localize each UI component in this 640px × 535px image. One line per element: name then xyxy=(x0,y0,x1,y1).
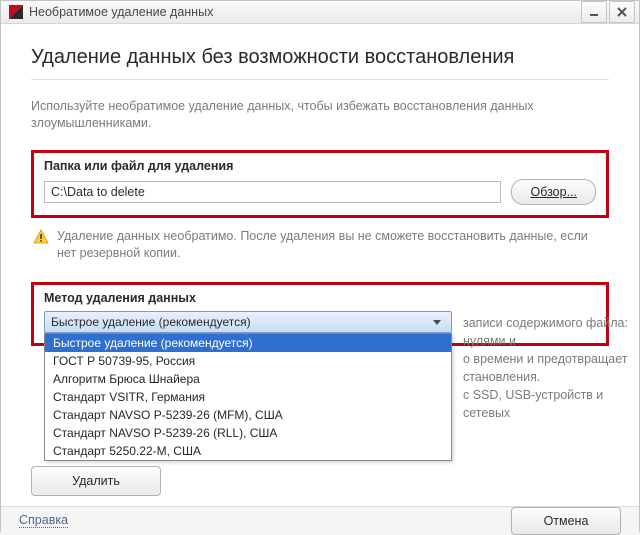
minimize-button[interactable] xyxy=(581,1,607,23)
warning-row: Удаление данных необратимо. После удален… xyxy=(33,228,607,262)
delete-row: Удалить xyxy=(31,466,609,496)
path-label: Папка или файл для удаления xyxy=(44,159,596,173)
delete-button[interactable]: Удалить xyxy=(31,466,161,496)
method-combobox[interactable]: Быстрое удаление (рекомендуется) xyxy=(44,311,452,333)
dialog-window: Необратимое удаление данных Удаление дан… xyxy=(0,0,640,532)
method-combo-wrapper: Быстрое удаление (рекомендуется) Быстрое… xyxy=(44,311,452,333)
subtext: Используйте необратимое удаление данных,… xyxy=(31,98,609,132)
desc-line: о времени и предотвращает xyxy=(463,350,640,368)
warning-icon xyxy=(33,229,49,262)
method-selected-value: Быстрое удаление (рекомендуется) xyxy=(51,315,251,329)
chevron-down-icon xyxy=(429,314,445,330)
method-label: Метод удаления данных xyxy=(44,291,596,305)
desc-line: записи содержимого файла: нулями и xyxy=(463,314,640,350)
page-heading: Удаление данных без возможности восстано… xyxy=(31,46,609,69)
method-option[interactable]: Стандарт VSITR, Германия xyxy=(45,388,451,406)
method-option[interactable]: Стандарт NAVSO P-5239-26 (RLL), США xyxy=(45,424,451,442)
help-link[interactable]: Справка xyxy=(19,513,68,528)
path-row: Обзор... xyxy=(44,179,596,205)
warning-text: Удаление данных необратимо. После удален… xyxy=(57,228,607,262)
divider xyxy=(31,79,609,80)
close-button[interactable] xyxy=(609,1,635,23)
method-option[interactable]: Стандарт 5250.22-M, США xyxy=(45,442,451,460)
titlebar: Необратимое удаление данных xyxy=(1,1,639,24)
content-area: Удаление данных без возможности восстано… xyxy=(1,24,639,506)
method-option[interactable]: Быстрое удаление (рекомендуется) xyxy=(45,334,451,352)
app-logo-icon xyxy=(9,5,23,19)
method-description: записи содержимого файла: нулями и о вре… xyxy=(463,314,640,423)
method-option[interactable]: Алгоритм Брюса Шнайера xyxy=(45,370,451,388)
desc-line: с SSD, USB-устройств и сетевых xyxy=(463,386,640,422)
method-option[interactable]: ГОСТ Р 50739-95, Россия xyxy=(45,352,451,370)
cancel-button[interactable]: Отмена xyxy=(511,507,621,535)
path-section: Папка или файл для удаления Обзор... xyxy=(31,150,609,218)
footer: Справка Отмена xyxy=(1,506,639,535)
window-title: Необратимое удаление данных xyxy=(29,5,579,19)
desc-line: становления. xyxy=(463,368,640,386)
method-dropdown-list: Быстрое удаление (рекомендуется) ГОСТ Р … xyxy=(44,333,452,461)
path-input[interactable] xyxy=(44,181,501,203)
browse-button[interactable]: Обзор... xyxy=(511,179,596,205)
method-option[interactable]: Стандарт NAVSO P-5239-26 (MFM), США xyxy=(45,406,451,424)
